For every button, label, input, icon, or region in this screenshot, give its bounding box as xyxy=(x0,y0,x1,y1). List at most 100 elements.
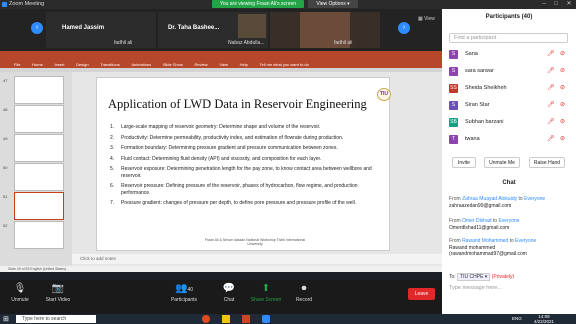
participant-name: Sana xyxy=(465,51,478,57)
chat-button[interactable]: 💬 Chat xyxy=(209,283,249,303)
video-off-icon: 📷 xyxy=(51,283,65,294)
find-participant-input[interactable]: Find a participant xyxy=(449,33,568,43)
list-item: 5. Reservoir exposure: Determining penetr… xyxy=(110,166,372,179)
minimize-icon[interactable]: – xyxy=(538,0,550,9)
slide-thumb[interactable] xyxy=(14,134,64,162)
gallery-prev-arrow-icon[interactable]: ‹ xyxy=(31,22,43,34)
video-tile[interactable]: Hamed Jassim fadhil ali xyxy=(46,12,156,48)
recipient-select[interactable]: TIU CHPE ▾ xyxy=(457,273,491,281)
list-item: 7. Pressure gradient: changes of pressure… xyxy=(110,200,357,206)
slide-title: Application of LWD Data in Reservoir Eng… xyxy=(108,97,367,111)
ppt-tab[interactable]: File xyxy=(14,62,20,67)
tile-subname: fadhil ali xyxy=(114,40,133,46)
ppt-tab[interactable]: Help xyxy=(240,62,248,67)
powerpoint-icon[interactable] xyxy=(242,315,250,323)
mic-muted-icon: 🎤︎ xyxy=(547,119,555,125)
ppt-tab[interactable]: View xyxy=(219,62,228,67)
notes-pane[interactable]: Click to add notes xyxy=(72,254,442,264)
avatar: S xyxy=(449,101,458,110)
participant-name: Siran Star xyxy=(465,102,490,108)
participant-photo xyxy=(238,14,266,38)
thumb-number: 51 xyxy=(3,194,8,199)
participant-name: twana xyxy=(465,136,480,142)
ppt-tab[interactable]: Insert xyxy=(54,62,64,67)
participant-row[interactable]: S sara sarwar 🎤︎ ⊘ xyxy=(449,65,571,79)
chat-message: From Rawand Mohammed to Everyone Rawand … xyxy=(449,238,537,257)
slide-thumb[interactable] xyxy=(14,105,64,133)
video-tile[interactable]: Dr. Taha Bashee... Nabaz Abdulla... xyxy=(158,12,268,48)
participant-row[interactable]: SS Sheida Sheikheh 🎤︎ ⊘ xyxy=(449,82,571,96)
list-item: 6. Reservoir pressure: Defining pressure … xyxy=(110,183,358,196)
chat-message-input[interactable]: Type message here... xyxy=(449,285,502,291)
ppt-title-bar xyxy=(0,51,442,61)
slide-thumb[interactable] xyxy=(14,76,64,104)
chat-message: From Omer Dlshad to Everyone Omerdlshad1… xyxy=(449,218,520,231)
firefox-icon[interactable] xyxy=(202,315,210,323)
participant-row[interactable]: T twana 🎤︎ ⊘ xyxy=(449,133,571,147)
avatar: SS xyxy=(449,84,458,93)
record-button[interactable]: ⏺ Record xyxy=(284,283,324,303)
gallery-next-arrow-icon[interactable]: › xyxy=(398,22,410,34)
ppt-tab[interactable]: Slide Show xyxy=(163,62,183,67)
participant-row[interactable]: S Siran Star 🎤︎ ⊘ xyxy=(449,99,571,113)
windows-start-icon[interactable]: ⊞ xyxy=(3,315,9,323)
tile-subname: Nabaz Abdulla... xyxy=(228,40,265,46)
taskbar-clock: 14:09 4/22/2021 xyxy=(534,314,555,324)
participant-row[interactable]: S Sana 🎤︎ ⊘ xyxy=(449,48,571,62)
view-options-button[interactable]: View Options ▾ xyxy=(308,0,358,8)
zoom-logo-icon xyxy=(2,2,7,7)
thumb-number: 48 xyxy=(3,107,8,112)
share-screen-button[interactable]: ⬆ Share Screen xyxy=(246,283,286,303)
taskbar-search-input[interactable]: Type here to search xyxy=(16,315,96,323)
ppt-tab[interactable]: Animations xyxy=(131,62,151,67)
video-off-icon: ⊘ xyxy=(560,136,566,142)
list-item: 1. Large-scale mapping of reservoir geome… xyxy=(110,124,321,130)
slide-thumb[interactable] xyxy=(14,221,64,249)
avatar: S xyxy=(449,50,458,59)
unmute-me-button[interactable]: Unmute Me xyxy=(484,157,520,168)
avatar: T xyxy=(449,135,458,144)
participant-row[interactable]: SB Subhan barzani 🎤︎ ⊘ xyxy=(449,116,571,130)
view-button[interactable]: ▦ View xyxy=(418,16,435,22)
participant-name: Sheida Sheikheh xyxy=(465,85,507,91)
viewing-banner: You are viewing Fraan Ali's screen xyxy=(212,0,304,8)
slide-thumb-selected[interactable] xyxy=(14,192,64,220)
tile-subname: fadhil ali xyxy=(334,40,353,46)
ppt-tab[interactable]: Home xyxy=(32,62,43,67)
ppt-tab[interactable]: Review xyxy=(195,62,208,67)
video-off-icon: ⊘ xyxy=(560,51,566,57)
video-tile[interactable]: fadhil ali xyxy=(270,12,380,48)
zoom-app-icon[interactable] xyxy=(262,315,270,323)
slide-bullet-list: 1. Large-scale mapping of reservoir geome… xyxy=(110,124,376,211)
university-logo: TIU xyxy=(377,88,391,101)
raise-hand-button[interactable]: Raise Hand xyxy=(529,157,565,168)
mic-muted-icon: 🎤︎ xyxy=(547,85,555,91)
start-video-button[interactable]: 📷 Start Video xyxy=(38,283,78,303)
video-off-icon: ⊘ xyxy=(560,85,566,91)
leave-button[interactable]: Leave xyxy=(408,288,435,300)
video-off-icon: ⊘ xyxy=(560,119,566,125)
status-text: Slide 49 of 53 English (United States) xyxy=(8,267,67,271)
ppt-tab[interactable]: Transitions xyxy=(100,62,119,67)
close-icon[interactable]: ✕ xyxy=(563,0,575,9)
chat-icon: 💬 xyxy=(222,283,236,294)
list-item: 4. Fluid contact: Determining fluid densi… xyxy=(110,155,322,162)
slide-footer: Fraan Ali & Nirvan dassan National Works… xyxy=(204,238,306,246)
slide-thumb[interactable] xyxy=(14,163,64,191)
ppt-tab[interactable]: Design xyxy=(76,62,88,67)
participants-button[interactable]: 👥40 Participants xyxy=(164,283,204,303)
ppt-tell-me[interactable]: Tell me what you want to do xyxy=(260,62,309,67)
mic-muted-icon: 🎤︎ xyxy=(547,102,555,108)
file-explorer-icon[interactable] xyxy=(222,315,230,323)
mic-muted-icon: 🎤︎ xyxy=(547,51,555,57)
list-item: 3. Formation boundary: Determining pressu… xyxy=(110,145,338,151)
window-title: Zoom Meeting xyxy=(9,1,45,7)
notes-placeholder: Click to add notes xyxy=(80,256,116,261)
invite-button[interactable]: Invite xyxy=(452,157,476,168)
mic-muted-icon: 🎤︎ xyxy=(547,68,555,74)
unmute-button[interactable]: 🎙 Unmute xyxy=(0,283,40,303)
chat-title: Chat xyxy=(502,180,516,186)
list-item: 2. Productivity: Determine permeability, … xyxy=(110,134,344,141)
microphone-muted-icon: 🎙 xyxy=(13,283,27,294)
maximize-icon[interactable]: □ xyxy=(550,0,562,9)
